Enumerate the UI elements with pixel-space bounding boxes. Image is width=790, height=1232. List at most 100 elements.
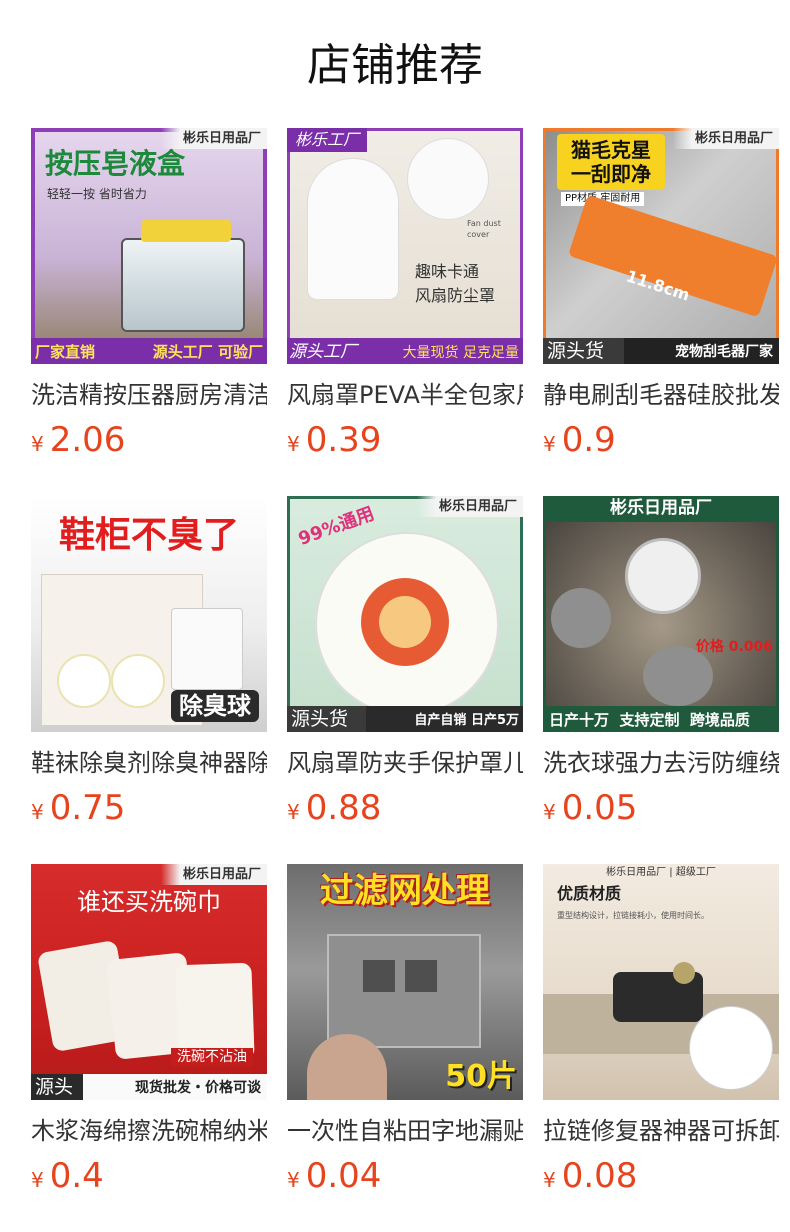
soap-dispenser-illustration (121, 238, 245, 332)
image-bottom-left: 源头 (31, 1074, 84, 1100)
drain-grid-illustration (363, 960, 395, 992)
product-image[interactable]: 过滤网处理 50片 (287, 864, 523, 1100)
currency-symbol: ¥ (31, 432, 44, 456)
product-image[interactable]: 鞋柜不臭了 除臭球 (31, 496, 267, 732)
detail-zoom-illustration (689, 1006, 773, 1090)
product-image[interactable]: 彬乐日用品厂 谁还买洗碗巾 洗碗不沾油 源头 现货批发・价格可谈 (31, 864, 267, 1100)
drain-sticker-illustration (327, 934, 481, 1048)
image-bottom-left: 厂家直销 (35, 343, 96, 361)
image-bottom-right: 源头工厂 可验厂 (152, 343, 263, 361)
image-price-tag: 价格 0.006 (695, 639, 773, 655)
product-name[interactable]: 风扇罩防夹手保护罩儿童 (287, 746, 523, 780)
sponge-illustration (141, 220, 231, 242)
currency-symbol: ¥ (287, 432, 300, 456)
product-image[interactable]: 彬乐日用品厂 猫毛克星 一刮即净 PP材质 牢固耐用 11.8cm 源头货 宠物… (543, 128, 779, 364)
product-name[interactable]: 风扇罩PEVA半全包家用 (287, 378, 523, 412)
price-value: 0.9 (561, 420, 616, 460)
product-price: ¥0.05 (543, 788, 779, 828)
product-image[interactable]: 彬乐日用品厂 价格 0.006 日产十万 支持定制 跨境品质 (543, 496, 779, 732)
product-grid: 彬乐日用品厂 按压皂液盒 轻轻一按 省时省力 厂家直销 源头工厂 可验厂 洗洁精… (31, 128, 790, 1232)
shop-tag: 彬乐日用品厂 (160, 864, 267, 885)
product-image[interactable]: 彬乐工厂 Fan dust cover 趣味卡通 风扇防尘罩 源头工厂 大量现货… (287, 128, 523, 364)
product-name[interactable]: 鞋袜除臭剂除臭神器除臭 (31, 746, 267, 780)
deodorant-ball-illustration (111, 654, 165, 708)
product-card[interactable]: 彬乐日用品厂 | 超级工厂 优质材质 重型结构设计，拉链接耗小，使用时间长。 拉… (543, 864, 779, 1232)
currency-symbol: ¥ (31, 800, 44, 824)
deodorant-ball-illustration (57, 654, 111, 708)
package-illustration (171, 608, 243, 690)
image-bottom-right: 大量现货 足克足量 (402, 345, 519, 361)
product-card[interactable]: 彬乐日用品厂 按压皂液盒 轻轻一按 省时省力 厂家直销 源头工厂 可验厂 洗洁精… (31, 128, 267, 496)
sponge-illustration (175, 962, 255, 1062)
product-name[interactable]: 一次性自粘田字地漏贴 (287, 1114, 523, 1148)
image-bottom-left: 源头货 (543, 338, 625, 364)
shop-tag: 彬乐日用品厂 (672, 128, 779, 149)
product-card[interactable]: 彬乐工厂 Fan dust cover 趣味卡通 风扇防尘罩 源头工厂 大量现货… (287, 128, 523, 496)
product-price: ¥0.9 (543, 420, 779, 460)
product-name[interactable]: 洗洁精按压器厨房清洁 (31, 378, 267, 412)
image-bottom-right: 现货批发・价格可谈 (135, 1080, 261, 1096)
product-name[interactable]: 木浆海绵擦洗碗棉纳米 (31, 1114, 267, 1148)
image-badge: 50片 (445, 1059, 517, 1094)
fan-cover-round-illustration (407, 138, 489, 220)
lion-face-illustration (379, 596, 431, 648)
image-headline: 谁还买洗碗巾 (77, 888, 221, 916)
image-headline: 趣味卡通 风扇防尘罩 (415, 262, 496, 305)
product-price: ¥0.39 (287, 420, 523, 460)
laundry-ball-illustration (625, 538, 701, 614)
image-subtext: 轻轻一按 省时省力 (47, 187, 147, 201)
drain-grid-illustration (405, 960, 437, 992)
product-price: ¥0.75 (31, 788, 267, 828)
product-card[interactable]: 彬乐日用品厂 价格 0.006 日产十万 支持定制 跨境品质 洗衣球强力去污防缠… (543, 496, 779, 864)
price-value: 0.08 (561, 1156, 638, 1196)
product-card[interactable]: 彬乐日用品厂 99%通用 源头货 自产自销 日产5万 风扇罩防夹手保护罩儿童 ¥… (287, 496, 523, 864)
image-bottom-text: 日产十万 支持定制 跨境品质 (549, 711, 750, 729)
image-bottom-left: 源头工厂 (289, 342, 357, 362)
image-badge: 洗碗不沾油 (171, 1048, 253, 1066)
page-title: 店铺推荐 (307, 40, 483, 91)
product-price: ¥0.08 (543, 1156, 779, 1196)
image-bottom-right: 自产自销 日产5万 (414, 713, 519, 728)
price-value: 0.05 (561, 788, 638, 828)
currency-symbol: ¥ (287, 1168, 300, 1192)
product-card[interactable]: 彬乐日用品厂 谁还买洗碗巾 洗碗不沾油 源头 现货批发・价格可谈 木浆海绵擦洗碗… (31, 864, 267, 1232)
image-headline: 过滤网处理 (320, 871, 490, 911)
product-card[interactable]: 过滤网处理 50片 一次性自粘田字地漏贴 ¥0.04 (287, 864, 523, 1232)
shop-tag: 彬乐日用品厂 (160, 128, 267, 149)
product-image[interactable]: 彬乐日用品厂 | 超级工厂 优质材质 重型结构设计，拉链接耗小，使用时间长。 (543, 864, 779, 1100)
image-bottom-left: 源头货 (287, 706, 367, 732)
product-card[interactable]: 鞋柜不臭了 除臭球 鞋袜除臭剂除臭神器除臭 ¥0.75 (31, 496, 267, 864)
image-bottom-right: 宠物刮毛器厂家 (675, 344, 773, 360)
currency-symbol: ¥ (31, 1168, 44, 1192)
product-name[interactable]: 静电刷刮毛器硅胶批发 (543, 378, 779, 412)
product-card[interactable]: 彬乐日用品厂 猫毛克星 一刮即净 PP材质 牢固耐用 11.8cm 源头货 宠物… (543, 128, 779, 496)
image-caption: Fan dust cover (467, 219, 501, 239)
product-price: ¥0.4 (31, 1156, 267, 1196)
product-image[interactable]: 彬乐日用品厂 99%通用 源头货 自产自销 日产5万 (287, 496, 523, 732)
shop-tag: 彬乐日用品厂 (610, 498, 712, 518)
price-value: 0.04 (305, 1156, 382, 1196)
currency-symbol: ¥ (287, 800, 300, 824)
product-name[interactable]: 拉链修复器神器可拆卸 (543, 1114, 779, 1148)
price-value: 0.88 (305, 788, 382, 828)
fan-cover-illustration (307, 158, 399, 300)
price-value: 0.39 (305, 420, 382, 460)
shop-tag: 彬乐工厂 (287, 128, 368, 152)
image-badge: 除臭球 (171, 690, 259, 722)
image-headline: 鞋柜不臭了 (58, 515, 239, 556)
screw-knob-illustration (673, 962, 695, 984)
image-headline: 按压皂液盒 (45, 147, 186, 180)
shop-tag: 彬乐日用品厂 | 超级工厂 (606, 867, 716, 878)
price-value: 2.06 (49, 420, 126, 460)
shop-tag: 彬乐日用品厂 (416, 496, 523, 517)
product-name[interactable]: 洗衣球强力去污防缠绕 (543, 746, 779, 780)
price-value: 0.75 (49, 788, 126, 828)
image-subtext: 重型结构设计，拉链接耗小，使用时间长。 (557, 911, 709, 920)
laundry-ball-illustration (551, 588, 611, 648)
product-price: ¥0.04 (287, 1156, 523, 1196)
product-image[interactable]: 彬乐日用品厂 按压皂液盒 轻轻一按 省时省力 厂家直销 源头工厂 可验厂 (31, 128, 267, 364)
price-value: 0.4 (49, 1156, 104, 1196)
image-headline: 猫毛克星 一刮即净 (557, 134, 665, 190)
image-headline: 优质材质 (557, 884, 622, 903)
currency-symbol: ¥ (543, 800, 556, 824)
